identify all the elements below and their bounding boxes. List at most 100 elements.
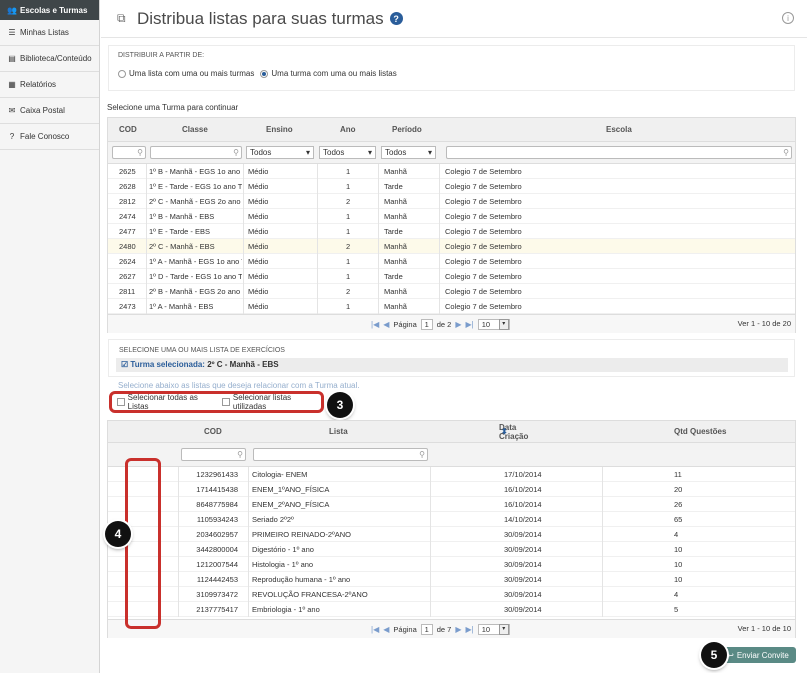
table-cell: 1º A - Manhã - EBS — [149, 302, 214, 311]
table-cell: 1 — [346, 167, 351, 176]
last-page-icon[interactable]: ▶| — [466, 320, 474, 329]
prev-page-icon[interactable]: ◀ — [383, 625, 389, 634]
table-cell: Médio — [248, 272, 269, 281]
check-icon: ☑ — [121, 360, 131, 369]
step-marker-3: 3 — [327, 392, 353, 418]
table-row[interactable]: 2474 1º B - Manhã - EBS Médio 1 Manhã Colegio… — [108, 209, 795, 224]
table-row[interactable]: 2473 1º A - Manhã - EBS Médio 1 Manhã Colegio… — [108, 299, 795, 314]
column-header[interactable]: COD — [119, 118, 137, 141]
table-row[interactable]: 2627 1º D - Tarde - EGS 1o ano T4 Médio 1 Ta… — [108, 269, 795, 284]
table-body: 2625 1º B - Manhã - EGS 1o ano T Médio 1 Man… — [108, 164, 795, 314]
escola-filter-input[interactable]: ⚲ — [446, 146, 792, 159]
table-cell: Colegio 7 de Setembro — [445, 242, 522, 251]
prev-page-icon[interactable]: ◀ — [383, 320, 389, 329]
sidebar-item-label: Minhas Listas — [20, 28, 69, 37]
radio-option-lista[interactable] — [118, 69, 126, 78]
table-header: COD Classe Ensino Ano Período Escola — [108, 118, 795, 142]
sidebar-item-caixa[interactable]: ✉ Caixa Postal — [0, 98, 99, 124]
selected-turma-bar: ☑ Turma selecionada: 2º C - Manhã - EBS — [116, 358, 788, 372]
radio-label-lista: Uma lista com uma ou mais turmas — [129, 69, 255, 78]
ano-filter-select[interactable]: Todos — [319, 146, 376, 159]
sidebar-item-listas[interactable]: ☰ Minhas Listas — [0, 20, 99, 46]
next-page-icon[interactable]: ▶ — [455, 625, 461, 634]
table-cell-cod: 1124442453 — [196, 575, 238, 584]
column-header[interactable]: Período — [392, 118, 422, 141]
column-header[interactable]: COD — [204, 421, 222, 442]
table-cell: Médio — [248, 182, 269, 191]
table-cell: Colegio 7 de Setembro — [445, 302, 522, 311]
select-used-checkbox[interactable] — [222, 398, 230, 406]
table-cell: Tarde — [384, 227, 403, 236]
ensino-filter-select[interactable]: Todos — [246, 146, 314, 159]
table-row[interactable]: 2811 2º B - Manhã - EGS 2o ano T Médio 2 Man… — [108, 284, 795, 299]
column-header[interactable]: Lista — [329, 421, 348, 442]
per-page-select[interactable]: 10 ▾ — [477, 624, 510, 635]
table-row[interactable]: 2628 1º E - Tarde - EGS 1o ano T5 Médio 1 Ta… — [108, 179, 795, 194]
sidebar-item-fale[interactable]: ? Fale Conosco — [0, 124, 99, 150]
table-cell: 1º B - Manhã - EGS 1o ano T — [149, 167, 242, 176]
table-cell: Colegio 7 de Setembro — [445, 287, 522, 296]
sidebar-item-escolas[interactable]: 👥 Escolas e Turmas — [0, 0, 99, 20]
last-page-icon[interactable]: ▶| — [466, 625, 474, 634]
table-cell: Tarde — [384, 272, 403, 281]
table-row[interactable]: 2624 1º A - Manhã - EGS 1o ano T Médio 1 Man… — [108, 254, 795, 269]
table-cell-lista: Embriologia - 1º ano — [252, 605, 320, 614]
page-title: Distribua listas para suas turmas — [137, 8, 384, 28]
page-input[interactable]: 1 — [420, 624, 433, 635]
per-page-select[interactable]: 10 ▾ — [477, 319, 510, 330]
table-row[interactable]: 2480 2º C - Manhã - EBS Médio 2 Manhã Colegio… — [108, 239, 795, 254]
table-row[interactable]: 2625 1º B - Manhã - EGS 1o ano T Médio 1 Man… — [108, 164, 795, 179]
first-page-icon[interactable]: |◀ — [371, 320, 379, 329]
table-row: 2034602957 PRIMEIRO REINADO-2ºANO 30/09/20… — [108, 527, 795, 542]
table-cell: Médio — [248, 302, 269, 311]
column-header[interactable]: Ano — [340, 118, 356, 141]
first-page-icon[interactable]: |◀ — [371, 625, 379, 634]
radio-option-turma[interactable] — [260, 69, 269, 78]
table-cell: 1 — [346, 257, 351, 266]
column-header[interactable]: Qtd Questões — [674, 421, 726, 442]
sidebar-item-biblioteca[interactable]: ▤ Biblioteca/Conteúdo — [0, 46, 99, 72]
send-invite-label: Enviar Convite — [736, 650, 789, 660]
table-cell: 2º C - Manhã - EBS — [149, 242, 215, 251]
table-row: 8648775984 ENEM_2ºANO_FÍSICA 16/10/2014 26 — [108, 497, 795, 512]
table-cell: Colegio 7 de Setembro — [445, 227, 522, 236]
table-row[interactable]: 2812 2º C - Manhã - EGS 2o ano T Médio 2 Man… — [108, 194, 795, 209]
reply-icon: ↩ — [727, 650, 734, 660]
table-cell-lista: Reprodução humana - 1º ano — [252, 575, 351, 584]
selected-turma-prefix: Turma selecionada: — [130, 360, 205, 369]
page-label: Página — [393, 320, 417, 329]
send-invite-button[interactable]: ↩ Enviar Convite — [720, 647, 796, 663]
search-icon: ⚲ — [137, 148, 143, 157]
classe-filter-input[interactable]: ⚲ — [150, 146, 242, 159]
cod-filter-input[interactable]: ⚲ — [181, 448, 246, 461]
next-page-icon[interactable]: ▶ — [455, 320, 461, 329]
cod-filter-input[interactable]: ⚲ — [112, 146, 146, 159]
periodo-filter-select[interactable]: Todos — [381, 146, 436, 159]
table-cell: 2628 — [119, 182, 136, 191]
sidebar-item-relatorios[interactable]: ▦ Relatórios — [0, 72, 99, 98]
column-divider — [317, 164, 318, 314]
help-icon[interactable]: ? — [389, 12, 403, 25]
column-header[interactable]: Escola — [606, 118, 632, 141]
page-total: de 7 — [436, 625, 452, 634]
table-cell: 2474 — [119, 212, 136, 221]
table-cell: 1º A - Manhã - EGS 1o ano T — [149, 257, 242, 266]
table-cell: 1 — [346, 182, 351, 191]
table-row: 1212007544 Histologia - 1º ano 30/09/2014 1… — [108, 557, 795, 572]
table-cell: Médio — [248, 167, 269, 176]
column-header[interactable]: Classe — [182, 118, 208, 141]
column-header[interactable]: Ensino — [266, 118, 293, 141]
table-cell-data: 30/09/2014 — [504, 560, 542, 569]
page-input[interactable]: 1 — [420, 319, 433, 330]
table-row[interactable]: 2477 1º E - Tarde - EBS Médio 1 Tarde Colegio… — [108, 224, 795, 239]
record-count: Ver 1 - 10 de 10 — [737, 624, 791, 633]
table-cell-cod: 3442800004 — [196, 545, 238, 554]
copy-icon: ⧉ — [117, 11, 126, 25]
table-cell: 2477 — [119, 227, 136, 236]
lista-filter-input[interactable]: ⚲ — [253, 448, 428, 461]
table-cell: 1 — [346, 302, 351, 311]
info-icon[interactable]: i — [782, 12, 794, 24]
table-cell: Médio — [248, 242, 269, 251]
select-all-checkbox[interactable] — [117, 398, 125, 406]
table-cell: Colegio 7 de Setembro — [445, 197, 522, 206]
